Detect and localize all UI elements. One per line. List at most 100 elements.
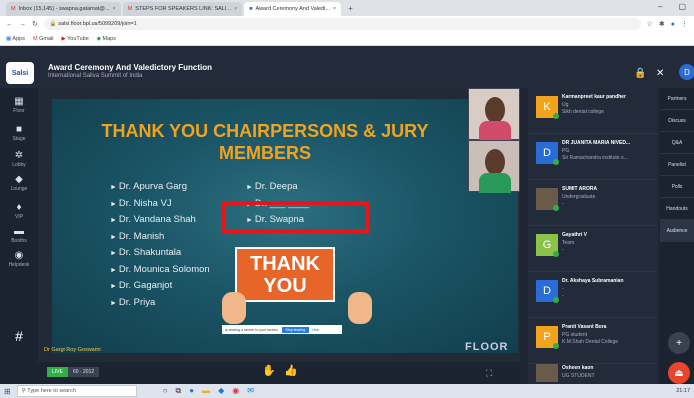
tab-panelist[interactable]: Panelist [660,154,694,176]
list-item: Dr. Vandana Shah [110,212,210,229]
exit-icon[interactable]: ⏏ [668,362,690,384]
browser-tab-gmail[interactable]: M Inbox (15,145) - swapna.gatamat@... × [6,2,121,16]
bookmarks-bar: ▦ Apps M Gmail ▶ YouTube ◆ Maps [0,32,694,46]
sidebar-item-lounge[interactable]: ◆ Lounge [0,174,38,192]
list-item: Dr. Manish [110,229,210,246]
tab-qa[interactable]: Q&A [660,132,694,154]
list-item: Dr. Mounica Solomon [110,262,210,279]
body [479,173,511,193]
vip-icon: ♦ [16,202,22,213]
hashtag-icon[interactable]: # [0,328,38,344]
chrome-icon[interactable]: ◉ [232,386,239,396]
close-icon[interactable]: × [333,6,336,12]
participant-photo [536,364,558,382]
windows-start-icon[interactable]: ⊞ [4,387,11,396]
event-subtitle: International Saliva Summit of India [48,73,143,79]
online-status-icon [553,205,559,211]
cortana-icon[interactable]: ○ [163,386,168,396]
bookmark-maps[interactable]: ◆ Maps [97,36,116,42]
online-status-icon [553,251,559,257]
list-item: Dr. Priya [110,295,210,312]
active-speaker-name: Dr Gargi Roy Goswami [44,347,101,353]
tab-polls[interactable]: Polls [660,176,694,198]
browser-tab-award[interactable]: ■ Award Ceremony And Valedi... × [244,2,342,16]
tab-audience[interactable]: Audience [660,220,694,242]
list-item: Dr. Shakuntala [110,245,210,262]
thank-you-sign: THANK YOU [235,247,335,302]
url-input[interactable]: 🔒 salsi.floor.bpl.us/5099209/join=1 [43,18,641,30]
raise-hand-icon[interactable]: ✋ [262,364,276,377]
tools-icon[interactable]: ✕ [656,68,664,79]
face [485,149,505,175]
gmail-icon: M [127,6,133,12]
participant-row[interactable]: SUMIT ARORA Undergraduate - [528,180,658,226]
windows-taskbar: ⊞ ⚲ Type here to search ○ ⧉ ● ▬ ◆ ◉ ✉ 21… [0,384,694,398]
system-clock[interactable]: 21:17 [676,388,690,394]
participant-row[interactable]: K Karmanpreet kaur pandher Ug Sikh dental c… [528,88,658,134]
event-logo[interactable]: Salsi [6,62,34,84]
close-icon[interactable]: × [112,6,115,12]
close-icon[interactable]: × [234,6,237,12]
sidebar-item-vip[interactable]: ♦ VIP [0,202,38,220]
lock-icon[interactable]: 🔒 [634,68,646,79]
lounge-icon: ◆ [15,174,23,185]
browser-tab-bar: M Inbox (15,145) - swapna.gatamat@... × MS… [0,0,694,16]
taskview-icon[interactable]: ⧉ [176,386,182,396]
viewer-count: 60 · 2012 [68,367,100,377]
taskbar-search-input[interactable]: ⚲ Type here to search [16,385,137,397]
tab-partners[interactable]: Partners [660,88,694,110]
browser-tab-steps[interactable]: M STEPS FOR SPEAKERS LINK: SALI... × [122,2,243,16]
bookmark-gmail[interactable]: M Gmail [33,36,54,42]
thumbs-up-icon[interactable]: 👍 [284,364,298,377]
booths-icon: ▬ [14,226,24,237]
maximize-icon[interactable]: ▢ [678,2,686,11]
bookmark-youtube[interactable]: ▶ YouTube [61,36,88,42]
hide-button[interactable]: Hide [312,328,319,332]
participant-row[interactable]: P Pranit Vasant Bora PG student K.M.Shah De… [528,318,658,364]
participant-row[interactable]: D DR JUANITA MARIA NIVED... PG Sri Ramachan… [528,134,658,180]
body [479,121,511,141]
bookmark-apps[interactable]: ▦ Apps [6,36,25,42]
star-icon[interactable]: ☆ [647,20,653,28]
store-icon[interactable]: ◆ [218,386,224,396]
menu-icon[interactable]: ⋮ [681,20,688,28]
list-item: Dr. Apurva Garg [110,179,210,196]
sidebar-item-floor[interactable]: ▦ Floor [0,96,38,114]
sidebar-item-helpdesk[interactable]: ◉ Helpdesk [0,250,38,268]
minimize-icon[interactable]: – [658,2,662,11]
file-explorer-icon[interactable]: ▬ [202,386,210,396]
participant-row[interactable]: D Dr. Akshaya Subramanian - - [528,272,658,318]
address-bar: ← → ↻ 🔒 salsi.floor.bpl.us/5099209/join=… [0,16,694,32]
user-avatar[interactable]: D [679,64,694,80]
sidebar-item-booths[interactable]: ▬ Booths [0,226,38,244]
live-badge: LIVE [47,367,68,377]
profile-icon[interactable]: ● [671,21,675,28]
floor-icon: ▦ [14,96,24,107]
hand-icon [222,292,246,324]
tab-discuss[interactable]: Discuss [660,110,694,132]
participant-row[interactable]: Osheen kaon UG STUDENT [528,362,658,384]
reload-icon[interactable]: ↻ [32,20,38,28]
new-tab-button[interactable]: + [343,4,358,13]
mail-icon[interactable]: ✉ [247,386,254,396]
video-tile-speaker-2[interactable] [468,140,520,193]
tab-handouts[interactable]: Handouts [660,198,694,220]
edge-icon[interactable]: ● [189,386,194,396]
online-status-icon [553,343,559,349]
forward-icon[interactable]: → [19,21,26,28]
fullscreen-icon[interactable]: ⛶ [486,368,492,379]
back-icon[interactable]: ← [6,21,13,28]
sidebar-item-lobby[interactable]: ✲ Lobby [0,150,38,168]
highlight-box [221,201,369,233]
stop-sharing-button[interactable]: Stop sharing [281,326,310,333]
face [485,97,505,123]
participant-row[interactable]: G Gayathri V Team - [528,226,658,272]
slide-title: THANK YOU CHAIRPERSONS & JURY MEMBERS [101,121,429,163]
extension-icon[interactable]: ✱ [659,20,665,28]
list-item: Dr. Gaganjot [110,278,210,295]
video-tile-speaker-1[interactable] [468,88,520,141]
stage-icon: ■ [15,124,23,135]
sidebar-item-stage[interactable]: ■ Stage [0,124,38,142]
add-user-icon[interactable]: + [668,332,690,354]
list-item: Dr. Nisha VJ [110,196,210,213]
